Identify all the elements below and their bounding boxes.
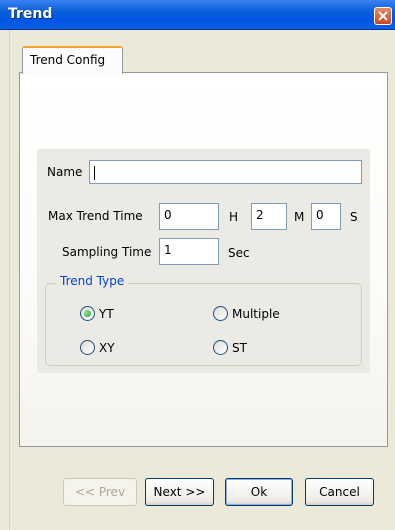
tab-trend-config[interactable]: Trend Config (22, 46, 123, 74)
radio-yt[interactable]: YT (80, 306, 114, 321)
trend-type-label: Trend Type (56, 274, 129, 288)
radio-button[interactable] (80, 306, 95, 321)
cancel-button[interactable]: Cancel (305, 478, 374, 506)
window-title: Trend (8, 6, 53, 22)
radio-multiple[interactable]: Multiple (213, 306, 280, 321)
max-trend-seconds-input[interactable]: 0 (311, 203, 341, 230)
sampling-time-label: Sampling Time (62, 245, 152, 259)
radio-label: YT (99, 306, 114, 321)
sampling-unit-label: Sec (228, 246, 250, 260)
radio-label: XY (99, 340, 115, 355)
radio-selected-dot (84, 310, 91, 317)
close-icon (378, 11, 388, 21)
max-trend-minutes-input[interactable]: 2 (251, 203, 287, 230)
tab-label: Trend Config (30, 53, 106, 67)
radio-button[interactable] (80, 340, 95, 355)
prev-button[interactable]: << Prev (63, 478, 137, 506)
max-trend-hours-input[interactable]: 0 (159, 203, 219, 230)
max-trend-time-label: Max Trend Time (48, 209, 143, 223)
sampling-time-input[interactable]: 1 (159, 238, 219, 265)
ok-button[interactable]: Ok (225, 478, 293, 506)
radio-label: ST (232, 340, 247, 355)
radio-button[interactable] (213, 306, 228, 321)
title-bar (0, 0, 395, 30)
next-button[interactable]: Next >> (145, 478, 214, 506)
name-label: Name (47, 165, 83, 179)
radio-button[interactable] (213, 340, 228, 355)
seconds-unit-label: S (350, 210, 358, 224)
hours-unit-label: H (229, 210, 239, 224)
window-edge (0, 30, 10, 530)
name-input[interactable] (89, 160, 362, 184)
radio-st[interactable]: ST (213, 340, 247, 355)
radio-label: Multiple (232, 306, 280, 321)
close-button[interactable] (374, 7, 392, 25)
radio-xy[interactable]: XY (80, 340, 115, 355)
minutes-unit-label: M (294, 210, 305, 224)
text-cursor (94, 165, 95, 180)
